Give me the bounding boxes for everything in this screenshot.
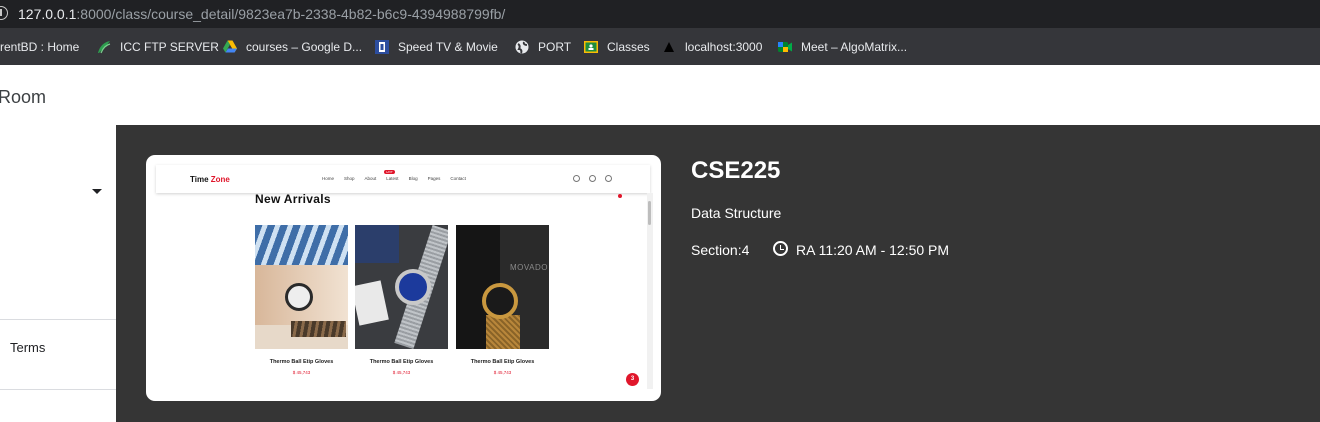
course-schedule: RA 11:20 AM - 12:50 PM	[796, 242, 950, 258]
bookmark-icc-ftp[interactable]: ICC FTP SERVER	[96, 38, 219, 56]
clock-icon	[773, 241, 788, 256]
preview-red-dot	[618, 194, 622, 198]
tv-icon	[374, 39, 390, 55]
user-icon	[589, 175, 596, 182]
google-meet-icon	[777, 39, 793, 55]
bookmark-label: rrentBD : Home	[0, 40, 80, 54]
course-section: Section:4	[691, 242, 750, 258]
url-text[interactable]: 127.0.0.1:8000/class/course_detail/9823e…	[18, 6, 505, 22]
preview-chat-badge: 3	[626, 373, 639, 386]
sidebar-divider	[0, 389, 116, 390]
bookmark-speed-tv[interactable]: Speed TV & Movie	[374, 38, 498, 56]
url-host: 127.0.0.1	[18, 6, 77, 22]
vercel-triangle-icon	[661, 39, 677, 55]
course-name: Data Structure	[691, 205, 782, 221]
preview-nav-icons	[573, 175, 612, 182]
product-name: Thermo Ball Etip Gloves	[269, 359, 334, 365]
search-icon	[573, 175, 580, 182]
preview-scrollbar-thumb	[648, 201, 651, 225]
preview-logo-main: Time	[190, 175, 211, 184]
cart-icon	[605, 175, 612, 182]
preview-nav-link: Shop	[344, 176, 355, 181]
course-thumbnail[interactable]: Time Zone Home Shop About HOT Latest Blog…	[146, 155, 661, 401]
classroom-icon	[583, 39, 599, 55]
bookmark-label: Meet – AlgoMatrix...	[801, 40, 908, 54]
bookmark-localhost[interactable]: localhost:3000	[661, 38, 762, 56]
preview-site-nav: Time Zone Home Shop About HOT Latest Blog…	[156, 165, 650, 193]
preview-product-card: MOVADO Thermo Ball Etip Gloves $ 45,743	[456, 225, 549, 375]
product-image	[355, 225, 448, 349]
product-image: MOVADO	[456, 225, 549, 349]
course-code: CSE225	[691, 157, 781, 184]
product-image	[255, 225, 348, 349]
product-price: $ 45,743	[292, 370, 311, 375]
bookmark-label: Classes	[607, 40, 650, 54]
product-price: $ 45,743	[392, 370, 411, 375]
bookmark-label: Speed TV & Movie	[398, 40, 498, 54]
app-header: Room	[0, 65, 1320, 125]
preview-product-card: Thermo Ball Etip Gloves $ 45,743	[355, 225, 448, 375]
product-name: Thermo Ball Etip Gloves	[369, 359, 434, 365]
bookmark-meet[interactable]: Meet – AlgoMatrix...	[777, 38, 907, 56]
sidebar: Terms	[0, 125, 116, 422]
preview-product-card: Thermo Ball Etip Gloves $ 45,743	[255, 225, 348, 375]
url-path: :8000/class/course_detail/9823ea7b-2338-…	[76, 6, 506, 22]
preview-heading: New Arrivals	[255, 192, 331, 206]
preview-nav-link: Home	[322, 176, 335, 181]
preview-nav-link: Blog	[408, 176, 418, 181]
bookmark-port[interactable]: PORT	[514, 38, 571, 56]
preview-nav-links: Home Shop About HOT Latest Blog Pages Con…	[322, 170, 466, 181]
preview-logo: Time Zone	[190, 175, 230, 184]
bookmark-rrentbd[interactable]: rrentBD : Home	[0, 38, 79, 56]
product-price: $ 45,743	[493, 370, 512, 375]
app-title: Room	[0, 87, 47, 107]
sidebar-item-terms[interactable]: Terms	[10, 340, 45, 355]
preview-logo-accent: Zone	[210, 175, 230, 184]
sidebar-divider	[0, 319, 116, 320]
bookmarks-bar: rrentBD : Home ICC FTP SERVER courses – …	[0, 28, 1320, 65]
bookmark-courses[interactable]: courses – Google D...	[222, 38, 362, 56]
product-name: Thermo Ball Etip Gloves	[470, 359, 535, 365]
preview-nav-link: Contact	[450, 176, 466, 181]
bookmark-label: courses – Google D...	[246, 40, 363, 54]
product-brand: MOVADO	[510, 263, 548, 272]
site-info-icon[interactable]	[0, 6, 8, 20]
bookmark-label: ICC FTP SERVER	[120, 40, 219, 54]
preview-nav-link: Latest	[386, 176, 399, 181]
bookmark-label: localhost:3000	[685, 40, 763, 54]
bookmark-label: PORT	[538, 40, 572, 54]
globe-icon	[514, 39, 530, 55]
address-bar[interactable]: 127.0.0.1:8000/class/course_detail/9823e…	[0, 0, 1320, 28]
preview-hot-badge: HOT	[384, 170, 395, 174]
leaf-icon	[96, 39, 112, 55]
preview-nav-link-latest: HOT Latest	[384, 170, 399, 181]
chevron-down-icon[interactable]	[92, 189, 102, 194]
preview-nav-link: Pages	[427, 176, 441, 181]
bookmark-classes[interactable]: Classes	[583, 38, 650, 56]
preview-nav-link: About	[364, 176, 377, 181]
google-drive-icon	[222, 39, 238, 55]
course-detail-panel: Time Zone Home Shop About HOT Latest Blog…	[116, 125, 1320, 422]
